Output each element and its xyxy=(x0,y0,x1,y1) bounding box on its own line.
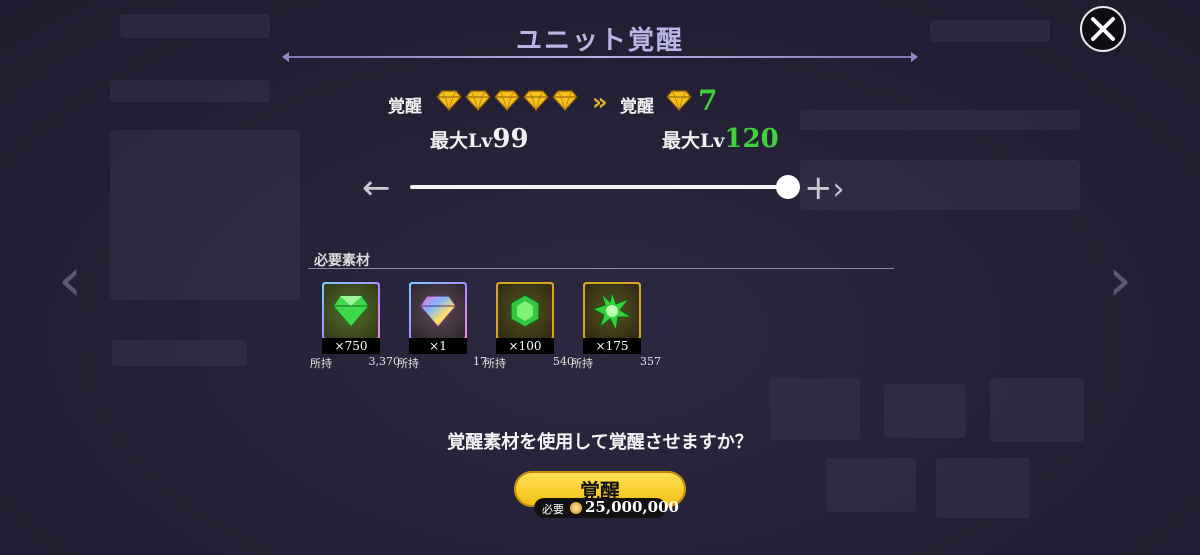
material-item[interactable]: ×175 所持 357 xyxy=(571,282,661,370)
next-max-level-label: 最大Lv xyxy=(662,130,725,152)
gold-diamond-icon xyxy=(494,90,520,111)
owned-label: 所持 xyxy=(397,357,419,370)
owned-label: 所持 xyxy=(484,357,506,370)
owned-value: 3,370 xyxy=(368,355,401,368)
materials-divider xyxy=(308,268,894,269)
material-count: ×175 xyxy=(583,338,641,354)
material-count: ×100 xyxy=(496,338,554,354)
cost-amount: 25,000,000 xyxy=(585,498,679,516)
decrease-button[interactable]: ← xyxy=(362,168,391,208)
owned-label: 所持 xyxy=(571,357,593,370)
next-max-level: 最大Lv120 xyxy=(662,124,779,154)
green-star-crystal-icon xyxy=(592,291,632,331)
next-max-level-value: 120 xyxy=(724,124,779,154)
cost-badge: 必要 25,000,000 xyxy=(534,498,679,518)
owned-value: 357 xyxy=(640,355,661,368)
bg-next-arrow-icon: › xyxy=(1108,245,1132,315)
title-divider xyxy=(282,52,918,62)
current-max-level: 最大Lv99 xyxy=(430,124,529,154)
plus-symbol: + xyxy=(804,168,833,208)
green-gem-icon xyxy=(510,294,540,328)
close-button[interactable] xyxy=(1080,6,1126,52)
coin-icon xyxy=(570,502,582,514)
current-awakening-label: 覚醒 xyxy=(388,97,422,117)
next-awakening-label: 覚醒 xyxy=(620,97,654,117)
gold-diamond-icon xyxy=(523,90,549,111)
close-icon xyxy=(1091,17,1115,41)
bg-prev-arrow-icon: ‹ xyxy=(58,245,82,315)
current-max-level-value: 99 xyxy=(492,124,529,154)
gold-diamond-icon xyxy=(666,90,692,111)
next-awakening-count: 7 xyxy=(698,84,718,117)
level-slider-knob[interactable] xyxy=(776,175,800,199)
gold-diamond-icon xyxy=(465,90,491,111)
current-max-level-label: 最大Lv xyxy=(430,130,493,152)
green-diamond-icon xyxy=(332,295,370,328)
double-chevron-icon: » xyxy=(592,88,608,116)
cost-label: 必要 xyxy=(542,503,564,516)
confirm-question: 覚醒素材を使用して覚醒させますか？ xyxy=(447,432,753,453)
level-slider-track[interactable] xyxy=(410,185,790,189)
material-item[interactable]: ×100 所持 540 xyxy=(484,282,574,370)
owned-label: 所持 xyxy=(310,357,332,370)
rainbow-diamond-icon xyxy=(419,295,457,328)
required-materials-label: 必要素材 xyxy=(314,253,370,269)
material-count: ×1 xyxy=(409,338,467,354)
gold-diamond-icon xyxy=(436,90,462,111)
material-item[interactable]: ×1 所持 17 xyxy=(397,282,487,370)
dialog-title: ユニット覚醒 xyxy=(515,26,684,56)
material-count: ×750 xyxy=(322,338,380,354)
gold-diamond-icon xyxy=(552,90,578,111)
material-item[interactable]: ×750 所持 3,370 xyxy=(310,282,400,370)
increase-button[interactable]: +› xyxy=(804,168,845,208)
